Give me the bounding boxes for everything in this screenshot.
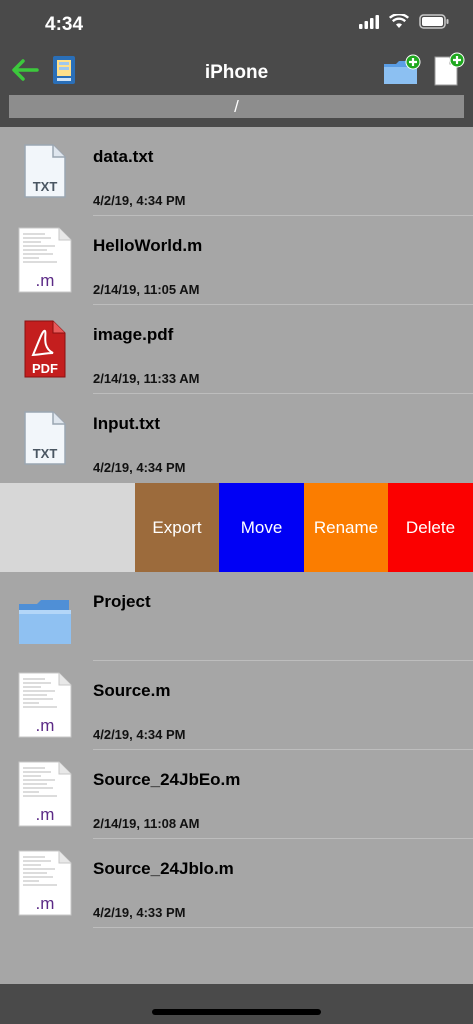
home-indicator[interactable]: [152, 1009, 321, 1015]
file-row[interactable]: .m Source_24Jblo.m 4/2/19, 4:33 PM: [0, 839, 473, 928]
file-row[interactable]: .m HelloWorld.m 2/14/19, 11:05 AM: [0, 216, 473, 305]
svg-text:.m: .m: [36, 716, 55, 735]
status-icons: [359, 14, 449, 29]
svg-text:.m: .m: [36, 894, 55, 913]
export-button[interactable]: Export: [135, 483, 219, 572]
svg-text:.m: .m: [36, 271, 55, 290]
battery-icon: [419, 14, 449, 29]
file-date: 2/14/19, 11:05 AM: [93, 282, 200, 297]
svg-text:TXT: TXT: [33, 446, 58, 461]
status-time: 4:34: [45, 14, 84, 35]
file-row[interactable]: PDF image.pdf 2/14/19, 11:33 AM: [0, 305, 473, 394]
file-name: image.pdf: [93, 325, 174, 344]
file-date: 4/2/19, 4:34 PM: [93, 727, 186, 742]
file-row[interactable]: TXT data.txt 4/2/19, 4:34 PM: [0, 127, 473, 216]
svg-text:PDF: PDF: [32, 361, 58, 376]
move-button[interactable]: Move: [219, 483, 304, 572]
swiped-row-content[interactable]: [0, 483, 135, 572]
file-list: TXT data.txt 4/2/19, 4:34 PM .m HelloWor…: [0, 127, 473, 928]
file-date: 2/14/19, 11:08 AM: [93, 816, 200, 831]
folder-row[interactable]: Project: [0, 572, 473, 661]
navigation-bar: iPhone /: [0, 50, 473, 127]
delete-button[interactable]: Delete: [388, 483, 473, 572]
objc-file-icon: .m: [18, 761, 72, 827]
file-date: 4/2/19, 4:33 PM: [93, 905, 186, 920]
bottom-bar: [0, 984, 473, 1024]
file-name: Source.m: [93, 681, 171, 700]
file-row[interactable]: .m Source.m 4/2/19, 4:34 PM: [0, 661, 473, 750]
file-name: Source_24Jblo.m: [93, 859, 234, 878]
file-name: data.txt: [93, 147, 154, 166]
file-row[interactable]: TXT Input.txt 4/2/19, 4:34 PM: [0, 394, 473, 483]
txt-file-icon: TXT: [24, 411, 66, 465]
file-date: 2/14/19, 11:33 AM: [93, 371, 200, 386]
signal-icon: [359, 14, 379, 29]
pdf-file-icon: PDF: [24, 320, 66, 378]
file-name: Source_24JbEo.m: [93, 770, 241, 789]
file-name: Input.txt: [93, 414, 161, 433]
wifi-icon: [389, 14, 409, 28]
file-row[interactable]: .m Source_24JbEo.m 2/14/19, 11:08 AM: [0, 750, 473, 839]
new-file-icon[interactable]: [431, 52, 465, 86]
file-date: 4/2/19, 4:34 PM: [93, 460, 186, 475]
objc-file-icon: .m: [18, 227, 72, 293]
swiped-row-actions: Export Move Rename Delete: [0, 483, 473, 572]
file-name: HelloWorld.m: [93, 236, 203, 255]
objc-file-icon: .m: [18, 672, 72, 738]
rename-button[interactable]: Rename: [304, 483, 388, 572]
file-date: 4/2/19, 4:34 PM: [93, 193, 186, 208]
folder-name: Project: [93, 592, 151, 611]
txt-file-icon: TXT: [24, 144, 66, 198]
folder-icon: [19, 600, 71, 644]
row-divider: [93, 927, 473, 928]
svg-text:.m: .m: [36, 805, 55, 824]
path-bar: /: [9, 95, 464, 118]
new-folder-icon[interactable]: [383, 54, 421, 86]
svg-text:TXT: TXT: [33, 179, 58, 194]
status-bar: 4:34: [0, 0, 473, 50]
objc-file-icon: .m: [18, 850, 72, 916]
